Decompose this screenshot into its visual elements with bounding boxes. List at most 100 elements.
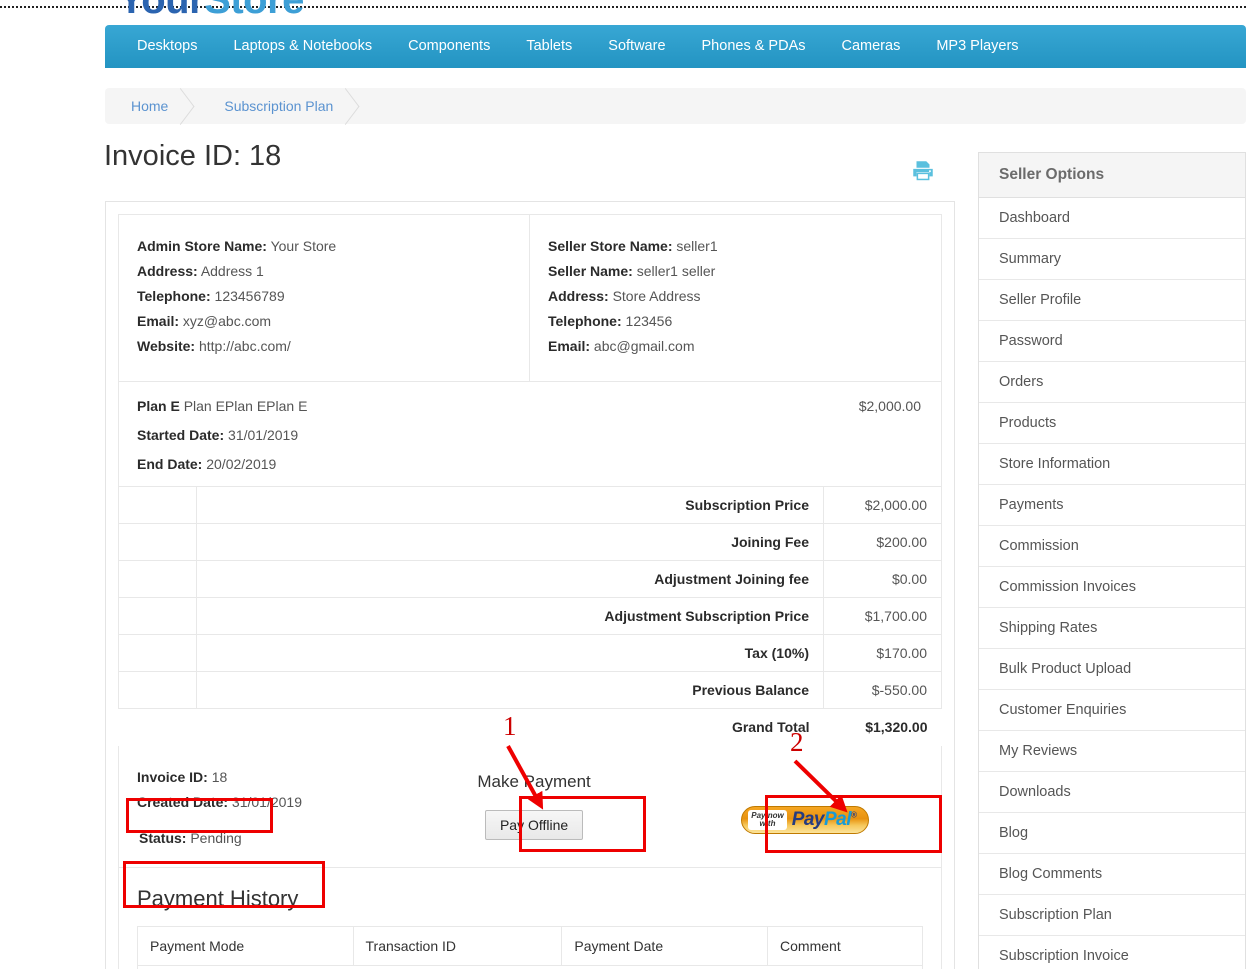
seller-email-value: abc@gmail.com — [593, 338, 695, 354]
seller-email-label: Email: — [548, 338, 591, 354]
plan-end-date-label: End Date: — [137, 456, 203, 472]
seller-address-line: Address: Store Address — [548, 288, 923, 304]
sidebar-item-downloads[interactable]: Downloads — [979, 772, 1245, 813]
seller-name-value: seller1 seller — [636, 263, 716, 279]
admin-website-line: Website: http://abc.com/ — [137, 338, 511, 354]
plan-name-rest: Plan EPlan EPlan E — [183, 398, 308, 414]
payment-history-table: Payment Mode Transaction ID Payment Date… — [137, 925, 923, 969]
breadcrumb-item-home[interactable]: Home — [105, 88, 198, 124]
make-payment-column: Make Payment Pay Offline — [398, 746, 669, 867]
seller-options-sidebar: Seller Options Dashboard Summary Seller … — [978, 152, 1246, 969]
grand-total-value: $1,320.00 — [823, 708, 942, 746]
table-header-row: Payment Mode Transaction ID Payment Date… — [137, 925, 923, 966]
table-row: Previous Balance $-550.00 — [118, 671, 942, 709]
admin-website-label: Website: — [137, 338, 196, 354]
plan-price: $2,000.00 — [858, 398, 921, 414]
totals-spacer-cell — [118, 671, 197, 709]
seller-address-label: Address: — [548, 288, 609, 304]
payment-history-title: Payment History — [137, 885, 299, 911]
sidebar-item-customer-enquiries[interactable]: Customer Enquiries — [979, 690, 1245, 731]
seller-store-name-line: Seller Store Name: seller1 — [548, 238, 923, 254]
totals-label-subscription-price: Subscription Price — [195, 486, 825, 524]
nav-item-tablets[interactable]: Tablets — [508, 25, 590, 68]
column-header-payment-mode: Payment Mode — [137, 925, 354, 966]
totals-spacer-cell — [118, 560, 197, 598]
page-root: YourStore Desktops Laptops & Notebooks C… — [0, 0, 1246, 969]
admin-email-line: Email: xyz@abc.com — [137, 313, 511, 329]
totals-spacer-cell — [118, 523, 197, 561]
paypal-column: Pay now with PayPal® — [670, 746, 941, 867]
meta-created-date-line: Created Date: 31/01/2019 — [137, 794, 380, 810]
sidebar-item-my-reviews[interactable]: My Reviews — [979, 731, 1245, 772]
totals-value-previous-balance: $-550.00 — [823, 671, 942, 709]
sidebar-item-products[interactable]: Products — [979, 403, 1245, 444]
paypal-pay-now-button[interactable]: Pay now with PayPal® — [741, 805, 870, 834]
seller-telephone-value: 123456 — [625, 313, 673, 329]
nav-item-desktops[interactable]: Desktops — [119, 25, 215, 68]
plan-end-date-value: 20/02/2019 — [206, 456, 277, 472]
meta-created-date-label: Created Date: — [137, 793, 229, 810]
sidebar-header: Seller Options — [979, 153, 1245, 198]
grand-total-spacer-cell — [119, 709, 197, 746]
meta-invoice-id-line: Invoice ID: 18 — [137, 769, 380, 785]
nav-item-cameras[interactable]: Cameras — [824, 25, 919, 68]
sidebar-item-blog-comments[interactable]: Blog Comments — [979, 854, 1245, 895]
status-label: Status: — [139, 829, 187, 846]
seller-telephone-line: Telephone: 123456 — [548, 313, 923, 329]
nav-item-mp3-players[interactable]: MP3 Players — [918, 25, 1036, 68]
paypal-tag: Pay now with — [748, 809, 787, 830]
totals-value-subscription-price: $2,000.00 — [823, 486, 942, 524]
breadcrumb-item-subscription-plan[interactable]: Subscription Plan — [198, 88, 363, 124]
payment-history-section: Payment History Payment Mode Transaction… — [118, 867, 942, 969]
meta-invoice-id-value: 18 — [211, 768, 228, 785]
sidebar-item-dashboard[interactable]: Dashboard — [979, 198, 1245, 239]
sidebar-item-orders[interactable]: Orders — [979, 362, 1245, 403]
sidebar-item-password[interactable]: Password — [979, 321, 1245, 362]
nav-item-components[interactable]: Components — [390, 25, 508, 68]
sidebar-item-bulk-product-upload[interactable]: Bulk Product Upload — [979, 649, 1245, 690]
sidebar-item-subscription-plan[interactable]: Subscription Plan — [979, 895, 1245, 936]
totals-label-joining-fee: Joining Fee — [195, 523, 825, 561]
admin-address-line: Address: Address 1 — [137, 263, 511, 279]
logo-word-2: Store — [204, 0, 304, 22]
admin-address-value: Address 1 — [200, 263, 264, 279]
sidebar-item-summary[interactable]: Summary — [979, 239, 1245, 280]
admin-address-column: Admin Store Name: Your Store Address: Ad… — [119, 215, 530, 381]
sidebar-item-blog[interactable]: Blog — [979, 813, 1245, 854]
invoice-panel: Admin Store Name: Your Store Address: Ad… — [105, 201, 955, 969]
admin-email-label: Email: — [137, 313, 180, 329]
status-value: Pending — [190, 829, 242, 846]
table-row-empty: No results! — [137, 964, 923, 969]
breadcrumb: Home Subscription Plan — [105, 88, 1246, 124]
seller-email-line: Email: abc@gmail.com — [548, 338, 923, 354]
seller-name-label: Seller Name: — [548, 263, 633, 279]
grand-total-label: Grand Total — [196, 708, 824, 746]
sidebar-item-commission-invoices[interactable]: Commission Invoices — [979, 567, 1245, 608]
sidebar-item-store-information[interactable]: Store Information — [979, 444, 1245, 485]
no-results-cell: No results! — [137, 964, 923, 969]
sidebar-item-commission[interactable]: Commission — [979, 526, 1245, 567]
table-row-grand-total: Grand Total $1,320.00 — [119, 708, 942, 746]
totals-value-adjustment-subscription-price: $1,700.00 — [823, 597, 942, 635]
sidebar-item-shipping-rates[interactable]: Shipping Rates — [979, 608, 1245, 649]
sidebar-item-seller-profile[interactable]: Seller Profile — [979, 280, 1245, 321]
table-row: Subscription Price $2,000.00 — [118, 486, 942, 524]
sidebar-item-subscription-invoice[interactable]: Subscription Invoice — [979, 936, 1245, 969]
totals-label-tax: Tax (10%) — [195, 634, 825, 672]
table-row: Adjustment Joining fee $0.00 — [118, 560, 942, 598]
seller-address-column: Seller Store Name: seller1 Seller Name: … — [530, 215, 941, 381]
paypal-wordmark-pay: Pay — [791, 809, 825, 830]
sidebar-item-payments[interactable]: Payments — [979, 485, 1245, 526]
plan-started-date-line: Started Date: 31/01/2019 — [137, 427, 923, 443]
nav-item-phones-pdas[interactable]: Phones & PDAs — [684, 25, 824, 68]
invoice-totals-table: Subscription Price $2,000.00 Joining Fee… — [118, 486, 942, 746]
pay-offline-button[interactable]: Pay Offline — [484, 809, 584, 840]
nav-item-laptops-notebooks[interactable]: Laptops & Notebooks — [215, 25, 390, 68]
site-logo[interactable]: YourStore — [118, 0, 304, 23]
print-icon[interactable] — [910, 158, 936, 184]
nav-item-software[interactable]: Software — [590, 25, 683, 68]
admin-store-name-line: Admin Store Name: Your Store — [137, 238, 511, 254]
column-header-payment-date: Payment Date — [561, 925, 769, 966]
table-row: Joining Fee $200.00 — [118, 523, 942, 561]
table-row: Adjustment Subscription Price $1,700.00 — [118, 597, 942, 635]
